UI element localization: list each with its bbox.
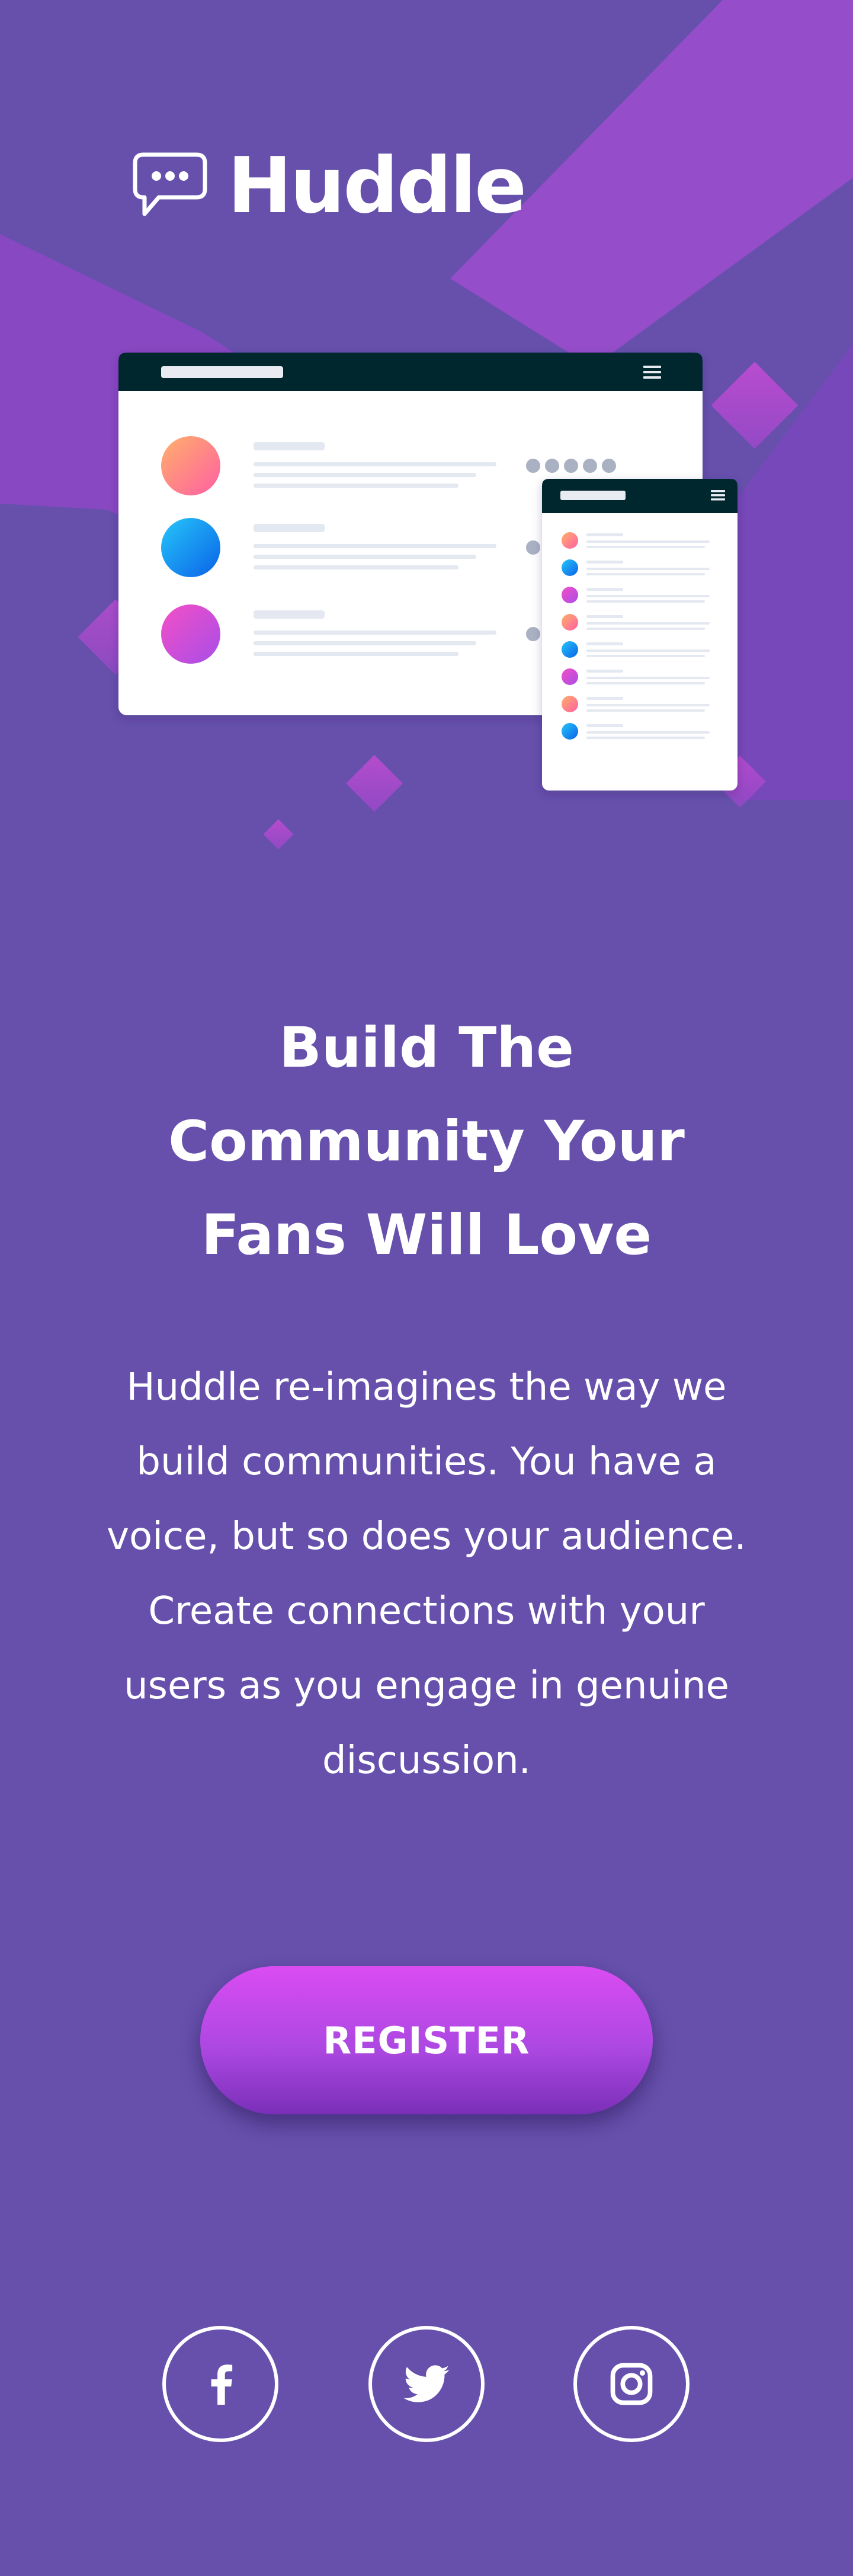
register-button[interactable]: REGISTER [200,1966,653,2114]
hero-headline: Build The Community Your Fans Will Love [168,1016,685,1268]
chat-bubble-icon [133,152,207,216]
bg-diamond-4 [263,819,294,850]
brand-logo[interactable]: Huddle [132,141,534,230]
instagram-icon [610,2363,653,2405]
hero-illustration [118,353,737,791]
facebook-icon [211,2364,233,2405]
desktop-title-bar-text [161,366,283,378]
instagram-link[interactable] [573,2326,690,2442]
twitter-icon [403,2365,450,2402]
facebook-link[interactable] [162,2326,278,2442]
social-links [0,2326,853,2450]
mobile-menu-icon [711,490,725,501]
mobile-window [542,479,737,791]
mobile-title-bar-text [560,491,626,500]
hero-description: Huddle re-imagines the way we build comm… [107,1365,746,1783]
desktop-menu-icon [643,366,661,379]
brand-name: Huddle [227,140,527,231]
twitter-link[interactable] [368,2326,485,2442]
